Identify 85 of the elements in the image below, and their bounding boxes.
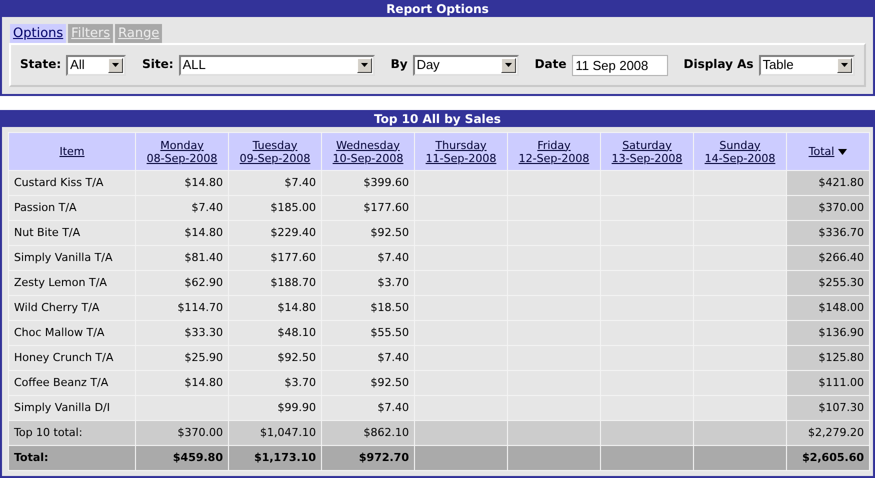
column-header[interactable]: Monday 08-Sep-2008 [136, 132, 228, 170]
amount: $55.50 [370, 326, 409, 339]
amount: $177.60 [270, 250, 316, 264]
dropdown[interactable]: All [66, 54, 126, 76]
item-name: Nut Bite T/A [14, 226, 80, 239]
column-header[interactable]: Thursday 11-Sep-2008 [414, 132, 508, 170]
field-label: State: [20, 56, 62, 72]
amount: $7.40 [378, 400, 409, 414]
amount: $3.70 [378, 276, 409, 289]
item-name: Simply Vanilla T/A [14, 250, 113, 264]
amount: $18.50 [370, 300, 409, 314]
amount: $229.40 [270, 226, 316, 239]
amount: $972.70 [358, 450, 409, 464]
item-name: Wild Cherry T/A [14, 300, 100, 314]
column-header[interactable]: Wednesday 10-Sep-2008 [322, 132, 414, 170]
amount: $7.40 [284, 176, 316, 189]
amount: $177.60 [364, 200, 409, 214]
amount: $14.80 [278, 300, 316, 314]
amount: $188.70 [270, 276, 316, 289]
caret-icon [500, 58, 516, 72]
item-name: Custard Kiss T/A [14, 176, 104, 189]
total-amount: $125.80 [818, 350, 864, 364]
item-name: Honey Crunch T/A [14, 350, 114, 364]
amount: $92.50 [370, 376, 409, 389]
total-amount: $2,605.60 [802, 450, 864, 464]
amount: $25.90 [184, 350, 223, 364]
panel-title: Report Options [2, 2, 873, 17]
amount: $7.40 [192, 200, 223, 214]
row-label: Total: [14, 450, 48, 464]
amount: $370.00 [178, 426, 223, 439]
amount: $14.80 [184, 176, 223, 189]
amount: $7.40 [378, 250, 409, 264]
field-label: Site: [142, 56, 174, 72]
total-amount: $136.90 [818, 326, 864, 339]
total-amount: $111.00 [818, 376, 864, 389]
column-header[interactable]: Friday 12-Sep-2008 [508, 132, 600, 170]
item-name: Choc Mallow T/A [14, 326, 104, 339]
total-amount: $148.00 [818, 300, 864, 314]
total-amount: $2,279.20 [808, 426, 864, 439]
column-header[interactable]: Saturday 13-Sep-2008 [600, 132, 694, 170]
field-label: Date [534, 56, 566, 72]
item-name: Zesty Lemon T/A [14, 276, 107, 289]
row-label: Top 10 total: [14, 426, 82, 439]
amount: $81.40 [184, 250, 223, 264]
total-amount: $255.30 [818, 276, 864, 289]
amount: $185.00 [270, 200, 316, 214]
field-label: Display As [684, 56, 754, 72]
amount: $14.80 [184, 226, 223, 239]
caret-icon [836, 58, 852, 72]
tab[interactable]: Options [10, 24, 66, 43]
amount: $862.10 [364, 426, 409, 439]
caret-icon [356, 58, 372, 72]
amount: $1,047.10 [260, 426, 316, 439]
amount: $399.60 [364, 176, 409, 189]
column-header[interactable]: Total [808, 145, 848, 158]
total-amount: $266.40 [818, 250, 864, 264]
amount: $3.70 [284, 376, 316, 389]
amount: $459.80 [172, 450, 223, 464]
column-header[interactable]: Item [8, 132, 136, 170]
amount: $99.90 [278, 400, 316, 414]
dropdown[interactable]: ALL [178, 54, 375, 76]
panel-title: Top 10 All by Sales [2, 112, 873, 127]
item-name: Simply Vanilla D/I [14, 400, 110, 414]
column-header[interactable]: Tuesday 09-Sep-2008 [228, 132, 322, 170]
dropdown[interactable]: Day [412, 54, 519, 76]
total-amount: $421.80 [818, 176, 864, 189]
amount: $92.50 [278, 350, 316, 364]
column-header[interactable]: Sunday 14-Sep-2008 [694, 132, 786, 170]
amount: $48.10 [278, 326, 316, 339]
caret-icon [108, 58, 124, 72]
item-name: Passion T/A [14, 200, 77, 214]
item-name: Coffee Beanz T/A [14, 376, 108, 389]
amount: $7.40 [378, 350, 409, 364]
total-amount: $336.70 [818, 226, 864, 239]
amount: $33.30 [184, 326, 223, 339]
date-field[interactable]: 11 Sep 2008 [572, 54, 668, 76]
total-amount: $370.00 [818, 200, 864, 214]
amount: $114.70 [178, 300, 223, 314]
amount: $1,173.10 [254, 450, 316, 464]
amount: $62.90 [184, 276, 223, 289]
total-amount: $107.30 [818, 400, 864, 414]
amount: $92.50 [370, 226, 409, 239]
amount: $14.80 [184, 376, 223, 389]
field-label: By [390, 56, 408, 72]
dropdown[interactable]: Table [758, 54, 855, 76]
